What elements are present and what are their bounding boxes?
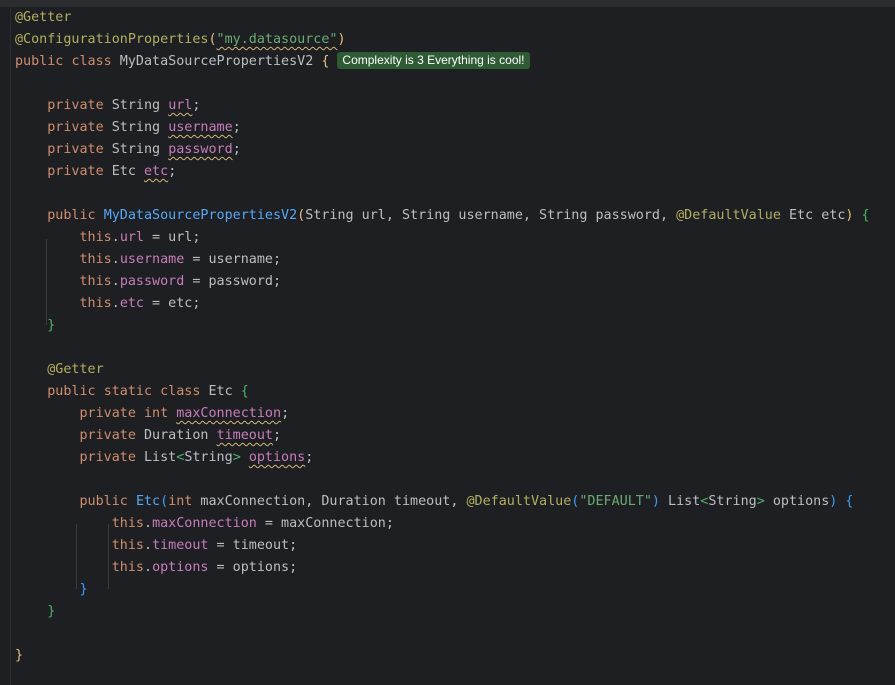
code-line[interactable]: public class MyDataSourcePropertiesV2 {C… [15,51,870,73]
code-line[interactable]: @ConfigurationProperties("my.datasource"… [15,29,870,51]
code-line[interactable]: public static class Etc { [15,381,870,403]
code-line[interactable]: this.url = url; [15,227,870,249]
code-line[interactable]: } [15,579,870,601]
code-line[interactable]: private int maxConnection; [15,403,870,425]
code-line[interactable]: private String username; [15,117,870,139]
code-line[interactable]: } [15,315,870,337]
code-line[interactable]: } [15,645,870,667]
code-line[interactable]: private Duration timeout; [15,425,870,447]
code-line[interactable]: private String url; [15,95,870,117]
code-line[interactable]: this.password = password; [15,271,870,293]
code-line[interactable]: ​ [15,337,870,359]
code-line[interactable]: ​ [15,469,870,491]
code-line[interactable]: this.timeout = timeout; [15,535,870,557]
code-line[interactable]: } [15,601,870,623]
code-line[interactable]: ​ [15,73,870,95]
editor-gutter-border [10,7,11,685]
code-line[interactable]: ​ [15,183,870,205]
code-line[interactable]: this.maxConnection = maxConnection; [15,513,870,535]
code-line[interactable]: @Getter [15,7,870,29]
code-line[interactable]: this.etc = etc; [15,293,870,315]
code-editor[interactable]: @Getter @ConfigurationProperties("my.data… [15,7,870,667]
code-line[interactable]: private String password; [15,139,870,161]
code-line[interactable]: this.username = username; [15,249,870,271]
editor-top-bar [0,0,895,7]
code-line[interactable]: public Etc(int maxConnection, Duration t… [15,491,870,513]
code-lines: @Getter @ConfigurationProperties("my.data… [15,7,870,667]
code-line[interactable]: ​ [15,623,870,645]
code-line[interactable]: private Etc etc; [15,161,870,183]
code-line[interactable]: @Getter [15,359,870,381]
code-line[interactable]: this.options = options; [15,557,870,579]
complexity-hint-badge[interactable]: Complexity is 3 Everything is cool! [337,52,530,69]
code-line[interactable]: public MyDataSourcePropertiesV2(String u… [15,205,869,227]
code-line[interactable]: private List<String> options; [15,447,870,469]
